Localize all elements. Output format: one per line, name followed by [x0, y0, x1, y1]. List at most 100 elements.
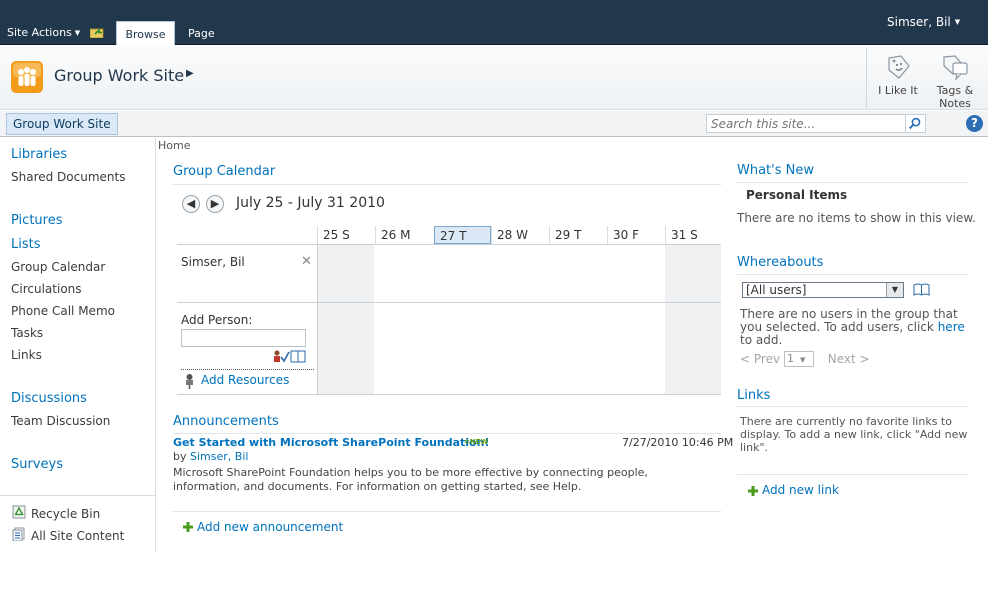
- search-input[interactable]: [706, 114, 906, 133]
- ql-surveys[interactable]: Surveys: [11, 457, 63, 472]
- prev-page-link[interactable]: < Prev: [740, 352, 780, 366]
- chevron-down-icon[interactable]: ▼: [886, 283, 903, 297]
- announcement-date: 7/27/2010 10:46 PM: [622, 436, 734, 449]
- next-page-link[interactable]: Next >: [828, 352, 870, 366]
- site-actions-label: Site Actions: [7, 26, 72, 39]
- day-header[interactable]: 25 S: [317, 226, 375, 244]
- divider: [866, 48, 867, 108]
- weekend-cell[interactable]: [665, 245, 721, 302]
- tab-page[interactable]: Page: [188, 27, 215, 40]
- site-actions-menu[interactable]: Site Actions ▼: [7, 26, 80, 39]
- divider: [173, 433, 721, 434]
- help-icon[interactable]: ?: [966, 115, 983, 132]
- announcement-title-link[interactable]: Get Started with Microsoft SharePoint Fo…: [173, 436, 489, 449]
- announcement-byline: by Simser, Bil: [173, 450, 248, 463]
- like-tag-icon: [888, 55, 910, 79]
- new-badge-label: NEW: [469, 438, 489, 446]
- by-prefix: by: [173, 450, 187, 463]
- divider: [737, 406, 968, 407]
- weekend-cell[interactable]: [318, 303, 374, 394]
- ql-recycle-bin[interactable]: Recycle Bin: [31, 507, 100, 521]
- page-select[interactable]: 1 ▼: [784, 351, 814, 367]
- quick-launch: [0, 138, 156, 552]
- tags-notes-icon: [943, 55, 968, 81]
- here-link[interactable]: here: [938, 320, 965, 334]
- page-title[interactable]: Group Work Site: [54, 66, 184, 85]
- day-header[interactable]: 30 F: [607, 226, 665, 244]
- resource-icon: [186, 374, 193, 389]
- ql-links[interactable]: Links: [11, 348, 42, 362]
- weekend-cell[interactable]: [665, 303, 721, 394]
- notes-label: Notes: [939, 97, 971, 110]
- day-header[interactable]: 29 T: [549, 226, 607, 244]
- all-site-content-icon[interactable]: [12, 527, 26, 541]
- add-icon[interactable]: [183, 522, 193, 532]
- tab-browse[interactable]: Browse: [116, 21, 175, 45]
- day-header[interactable]: 26 M: [375, 226, 433, 244]
- ql-phone-call-memo[interactable]: Phone Call Memo: [11, 304, 115, 318]
- divider: [181, 369, 314, 370]
- user-name: Simser, Bil: [887, 15, 951, 29]
- add-resources-link[interactable]: Add Resources: [201, 373, 289, 387]
- ql-pictures[interactable]: Pictures: [11, 213, 62, 228]
- add-announcement-link[interactable]: Add new announcement: [197, 520, 343, 534]
- chevron-down-icon: ▼: [954, 18, 961, 26]
- divider: [173, 184, 721, 185]
- add-person-label: Add Person:: [181, 313, 253, 327]
- chevron-down-icon: ▼: [800, 356, 806, 364]
- announcements-title[interactable]: Announcements: [173, 414, 279, 429]
- users-dropdown[interactable]: [All users]: [742, 282, 904, 298]
- whats-new-message: There are no items to show in this view.: [737, 211, 976, 225]
- close-icon[interactable]: ✕: [301, 254, 312, 269]
- day-header[interactable]: 31 S: [665, 226, 721, 244]
- ql-circulations[interactable]: Circulations: [11, 282, 82, 296]
- whereabouts-message: There are no users in the group that you…: [740, 308, 970, 347]
- tags-label: Tags &: [936, 84, 974, 97]
- divider: [317, 244, 318, 394]
- ql-group-calendar[interactable]: Group Calendar: [11, 260, 105, 274]
- ql-discussions[interactable]: Discussions: [11, 391, 87, 406]
- ql-tasks[interactable]: Tasks: [11, 326, 43, 340]
- page-number: 1: [787, 352, 794, 365]
- address-book-icon[interactable]: [913, 283, 930, 296]
- ql-team-discussion[interactable]: Team Discussion: [11, 414, 110, 428]
- breadcrumb[interactable]: Home: [158, 139, 190, 152]
- author-link[interactable]: Simser, Bil: [190, 450, 248, 463]
- add-new-link[interactable]: Add new link: [762, 483, 839, 497]
- search-icon[interactable]: [905, 114, 926, 133]
- ql-all-site-content[interactable]: All Site Content: [31, 529, 124, 543]
- whereabouts-title[interactable]: Whereabouts: [737, 255, 823, 270]
- divider: [0, 495, 156, 496]
- add-person-input[interactable]: [181, 329, 306, 347]
- chevron-right-icon[interactable]: ▶: [186, 68, 194, 79]
- topnav-home-link[interactable]: Group Work Site: [6, 113, 118, 135]
- calendar-date-range: July 25 - July 31 2010: [236, 195, 385, 211]
- ql-libraries[interactable]: Libraries: [11, 147, 67, 162]
- previous-week-icon[interactable]: ◀: [182, 195, 200, 213]
- divider: [173, 511, 721, 512]
- weekend-cell[interactable]: [318, 245, 374, 302]
- next-week-icon[interactable]: ▶: [206, 195, 224, 213]
- ql-lists[interactable]: Lists: [11, 237, 41, 252]
- divider: [177, 394, 721, 395]
- divider: [177, 244, 721, 245]
- divider: [737, 274, 968, 275]
- divider: [177, 302, 721, 303]
- day-header-today[interactable]: 27 T: [434, 226, 491, 244]
- recycle-bin-icon[interactable]: [12, 505, 26, 519]
- site-logo-icon[interactable]: [11, 61, 43, 93]
- add-icon[interactable]: [748, 486, 758, 496]
- links-title[interactable]: Links: [737, 388, 770, 403]
- links-message: There are currently no favorite links to…: [740, 415, 968, 454]
- navigate-up-icon[interactable]: [90, 26, 105, 38]
- people-picker-icons[interactable]: [272, 349, 306, 363]
- calendar-person-name: Simser, Bil: [181, 255, 245, 269]
- whats-new-title[interactable]: What's New: [737, 163, 814, 178]
- day-header[interactable]: 28 W: [491, 226, 549, 244]
- ql-shared-documents[interactable]: Shared Documents: [11, 170, 125, 184]
- i-like-it-button[interactable]: I Like It: [873, 52, 923, 97]
- personal-items-heading: Personal Items: [746, 188, 848, 202]
- user-menu[interactable]: Simser, Bil ▼: [887, 15, 960, 29]
- tags-notes-button[interactable]: Tags & Notes: [929, 52, 981, 110]
- group-calendar-title[interactable]: Group Calendar: [173, 164, 275, 179]
